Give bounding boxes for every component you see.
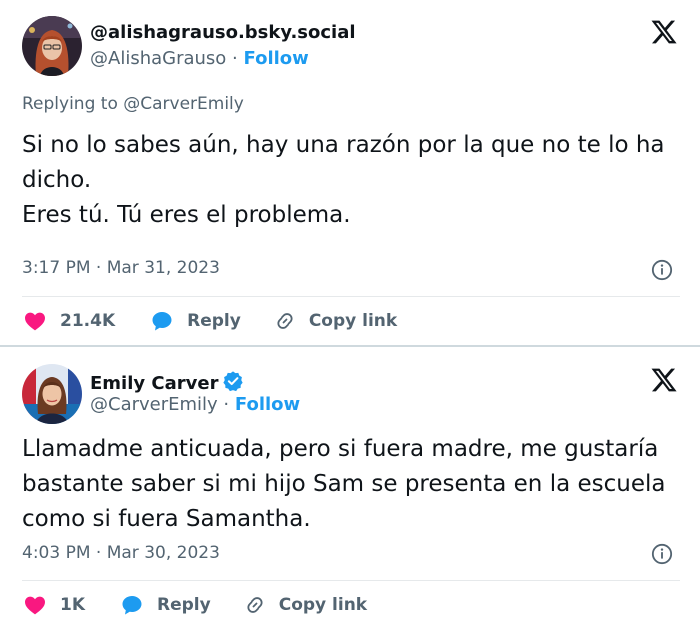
tweet-text-line: Llamadme anticuada, pero si fuera madre,… [22, 436, 666, 532]
reply-bubble-icon [122, 596, 142, 615]
verified-badge-icon [223, 371, 244, 392]
reply-bubble-icon [152, 312, 172, 331]
reply-button[interactable]: Reply [119, 593, 211, 617]
display-name[interactable]: @alishagrauso.bsky.social [90, 22, 356, 43]
tweet-divider [0, 345, 700, 347]
x-logo-icon[interactable] [650, 366, 678, 394]
tweet-text: Llamadme anticuada, pero si fuera madre,… [22, 432, 682, 537]
action-divider [22, 580, 680, 581]
heart-icon [25, 596, 45, 615]
avatar-image [22, 364, 82, 424]
like-count: 21.4K [60, 311, 116, 331]
display-name-text: Emily Carver [90, 373, 219, 394]
handle-line: @AlishaGrauso · Follow [90, 48, 309, 69]
avatar[interactable] [22, 364, 82, 424]
like-button[interactable]: 21.4K [22, 309, 115, 333]
info-icon[interactable] [651, 259, 673, 281]
timestamp[interactable]: 3:17 PM · Mar 31, 2023 [22, 258, 220, 278]
copy-link-button[interactable]: Copy link [243, 593, 367, 617]
separator-dot: · [232, 48, 238, 69]
avatar[interactable] [22, 16, 82, 76]
action-bar: 21.4K Reply Copy link [22, 306, 397, 336]
link-icon [247, 597, 263, 613]
replying-to[interactable]: Replying to @CarverEmily [22, 94, 244, 114]
reply-button[interactable]: Reply [149, 309, 241, 333]
handle[interactable]: @AlishaGrauso [90, 48, 226, 69]
info-icon[interactable] [651, 543, 673, 565]
copy-link-button[interactable]: Copy link [273, 309, 397, 333]
tweet-text-line: Si no lo sabes aún, hay una razón por la… [22, 132, 665, 193]
reply-label: Reply [187, 311, 241, 331]
copy-link-label: Copy link [308, 311, 398, 331]
like-count: 1K [60, 595, 86, 615]
tweet-text-line: Eres tú. Tú eres el problema. [22, 202, 351, 228]
timestamp[interactable]: 4:03 PM · Mar 30, 2023 [22, 543, 220, 563]
x-logo-icon[interactable] [650, 18, 678, 46]
reply-label: Reply [157, 595, 211, 615]
handle[interactable]: @CarverEmily [90, 394, 218, 415]
heart-icon [25, 312, 45, 331]
link-icon [277, 313, 293, 329]
display-name[interactable]: Emily Carver [90, 370, 244, 394]
follow-button[interactable]: Follow [235, 394, 300, 415]
action-divider [22, 296, 680, 297]
like-button[interactable]: 1K [22, 593, 85, 617]
handle-line: @CarverEmily · Follow [90, 394, 300, 415]
tweet-card-alisha: @alishagrauso.bsky.social @AlishaGrauso … [0, 0, 700, 345]
tweet-text: Si no lo sabes aún, hay una razón por la… [22, 128, 682, 233]
avatar-image [22, 16, 82, 76]
separator-dot: · [223, 394, 230, 415]
tweet-card-emily: Emily Carver @CarverEmily · Follow Llama… [0, 348, 700, 633]
action-bar: 1K Reply Copy link [22, 590, 367, 620]
follow-button[interactable]: Follow [244, 48, 309, 69]
copy-link-label: Copy link [278, 595, 368, 615]
